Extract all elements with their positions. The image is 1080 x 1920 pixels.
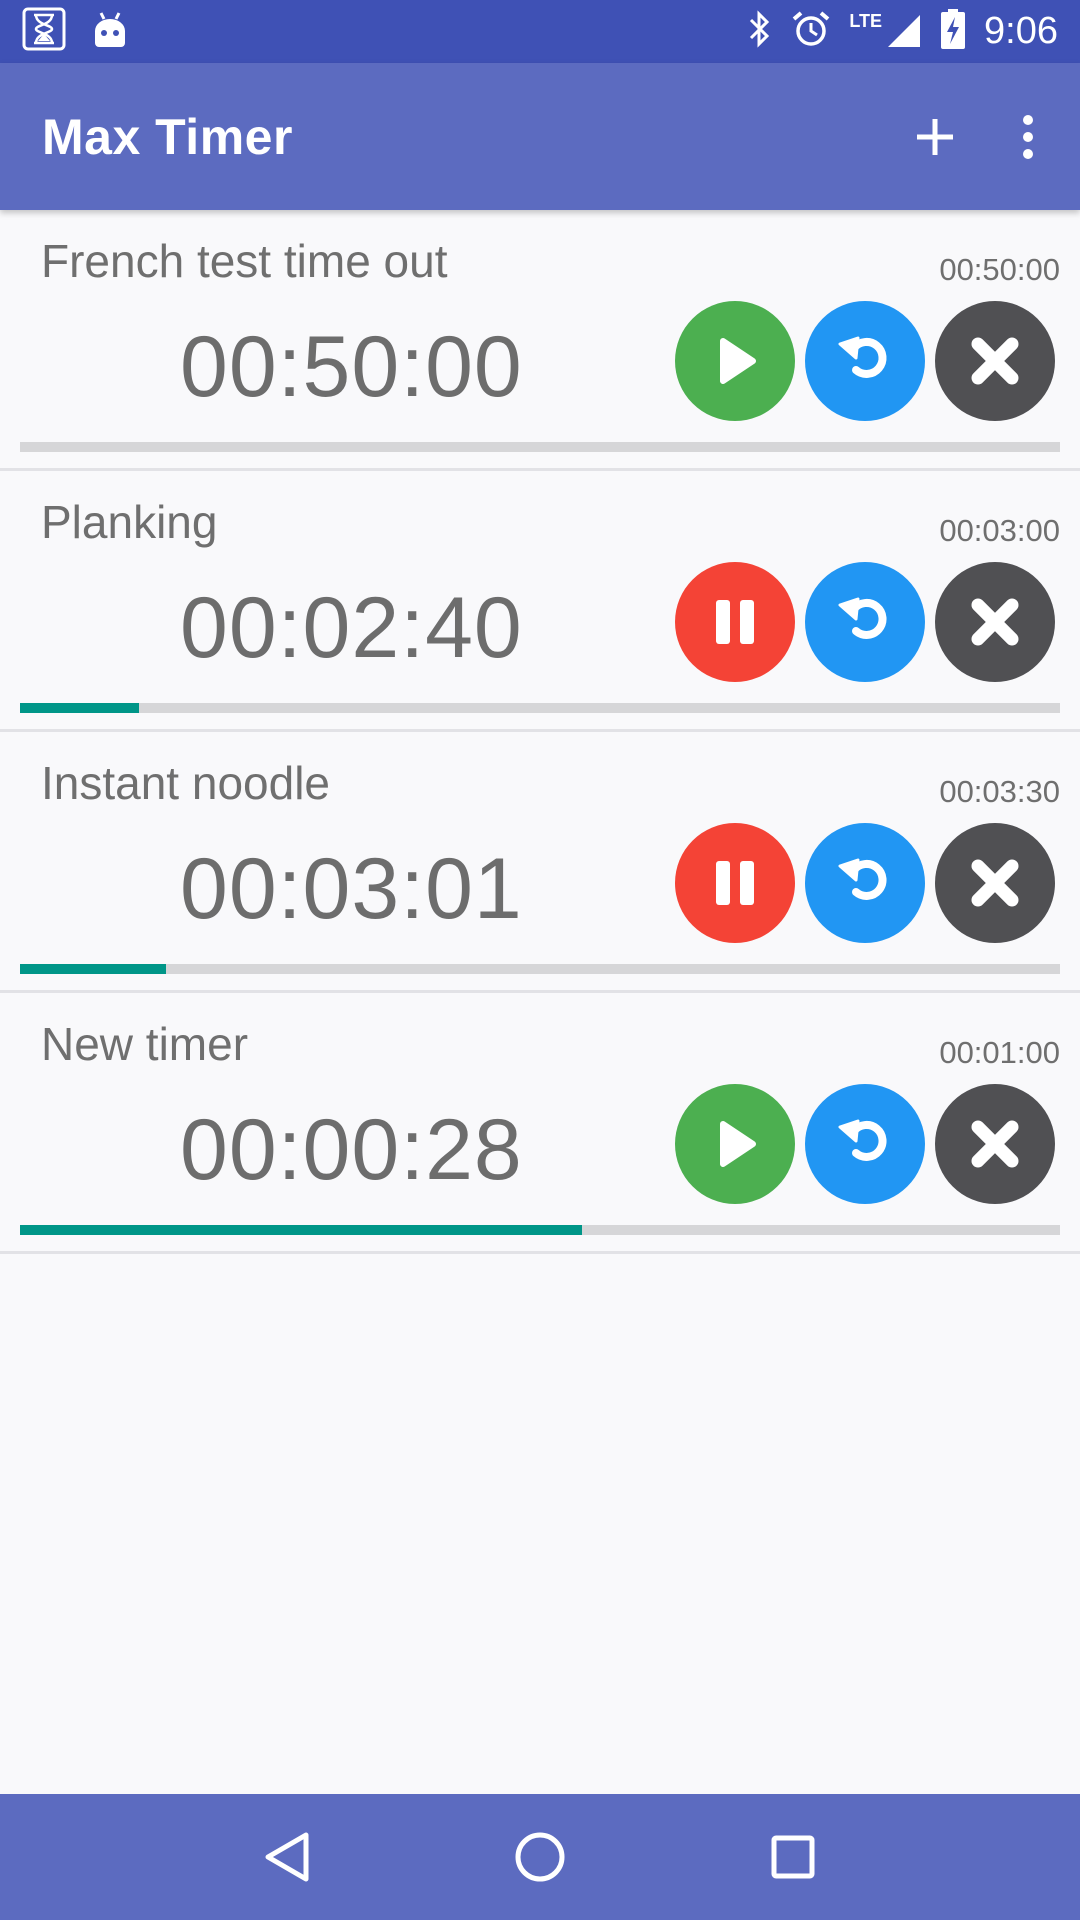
add-timer-button[interactable] (890, 92, 980, 182)
navigation-bar (0, 1794, 1080, 1920)
reset-button[interactable] (805, 1084, 925, 1204)
timer-total-duration: 00:01:00 (939, 1035, 1060, 1070)
timer-remaining: 00:03:01 (180, 841, 523, 937)
delete-button[interactable] (935, 562, 1055, 682)
play-icon (720, 1121, 756, 1167)
status-time: 9:06 (984, 10, 1058, 52)
close-icon (971, 859, 1019, 907)
reset-button[interactable] (805, 823, 925, 943)
timer-item[interactable]: New timer 00:01:00 00:00:28 (0, 993, 1080, 1254)
progress-fill (20, 964, 166, 974)
more-vert-icon (1023, 114, 1033, 159)
home-icon (515, 1832, 565, 1882)
progress-bar (20, 1225, 1060, 1235)
pause-button[interactable] (675, 562, 795, 682)
reset-button[interactable] (805, 562, 925, 682)
recents-button[interactable] (733, 1797, 853, 1917)
timer-total-duration: 00:03:00 (939, 513, 1060, 548)
reset-icon (838, 597, 887, 639)
timer-name: New timer (41, 1018, 249, 1070)
reset-button[interactable] (805, 301, 925, 421)
recents-icon (771, 1835, 815, 1879)
timer-remaining: 00:00:28 (180, 1102, 523, 1198)
timer-name: French test time out (41, 235, 448, 287)
timer-list: French test time out 00:50:00 00:50:00 P… (0, 210, 1080, 1254)
delete-button[interactable] (935, 823, 1055, 943)
progress-fill (20, 1225, 582, 1235)
timer-name: Planking (41, 496, 218, 548)
bluetooth-icon (747, 9, 773, 54)
back-button[interactable] (227, 1797, 347, 1917)
play-button[interactable] (675, 301, 795, 421)
reset-icon (838, 858, 887, 900)
timer-remaining: 00:02:40 (180, 580, 523, 676)
pause-icon (716, 600, 754, 644)
timer-item[interactable]: Instant noodle 00:03:30 00:03:01 (0, 732, 1080, 993)
back-icon (265, 1832, 309, 1882)
play-icon (720, 338, 756, 384)
timer-name: Instant noodle (41, 757, 331, 809)
timer-item[interactable]: French test time out 00:50:00 00:50:00 (0, 210, 1080, 471)
delete-button[interactable] (935, 1084, 1055, 1204)
home-button[interactable] (480, 1797, 600, 1917)
timer-remaining: 00:50:00 (180, 319, 523, 415)
reset-icon (838, 1119, 887, 1161)
close-icon (971, 1120, 1019, 1168)
progress-bar (20, 964, 1060, 974)
close-icon (971, 598, 1019, 646)
battery-charging-icon (940, 8, 966, 55)
close-icon (971, 337, 1019, 385)
pause-icon (716, 861, 754, 905)
progress-fill (20, 703, 139, 713)
progress-bar (20, 442, 1060, 452)
pause-button[interactable] (675, 823, 795, 943)
more-options-button[interactable] (998, 92, 1058, 182)
add-icon (917, 118, 953, 155)
timer-total-duration: 00:03:30 (939, 774, 1060, 809)
play-button[interactable] (675, 1084, 795, 1204)
hourglass-icon (22, 7, 66, 56)
signal-icon (886, 9, 922, 54)
status-bar: LTE 9:06 (0, 0, 1080, 63)
network-type: LTE (849, 11, 883, 31)
alarm-icon (791, 9, 831, 54)
timer-total-duration: 00:50:00 (939, 252, 1060, 287)
progress-bar (20, 703, 1060, 713)
delete-button[interactable] (935, 301, 1055, 421)
timer-item[interactable]: Planking 00:03:00 00:02:40 (0, 471, 1080, 732)
app-title: Max Timer (42, 108, 293, 165)
reset-icon (838, 336, 887, 378)
android-icon (92, 9, 128, 54)
app-bar: Max Timer (0, 63, 1080, 210)
